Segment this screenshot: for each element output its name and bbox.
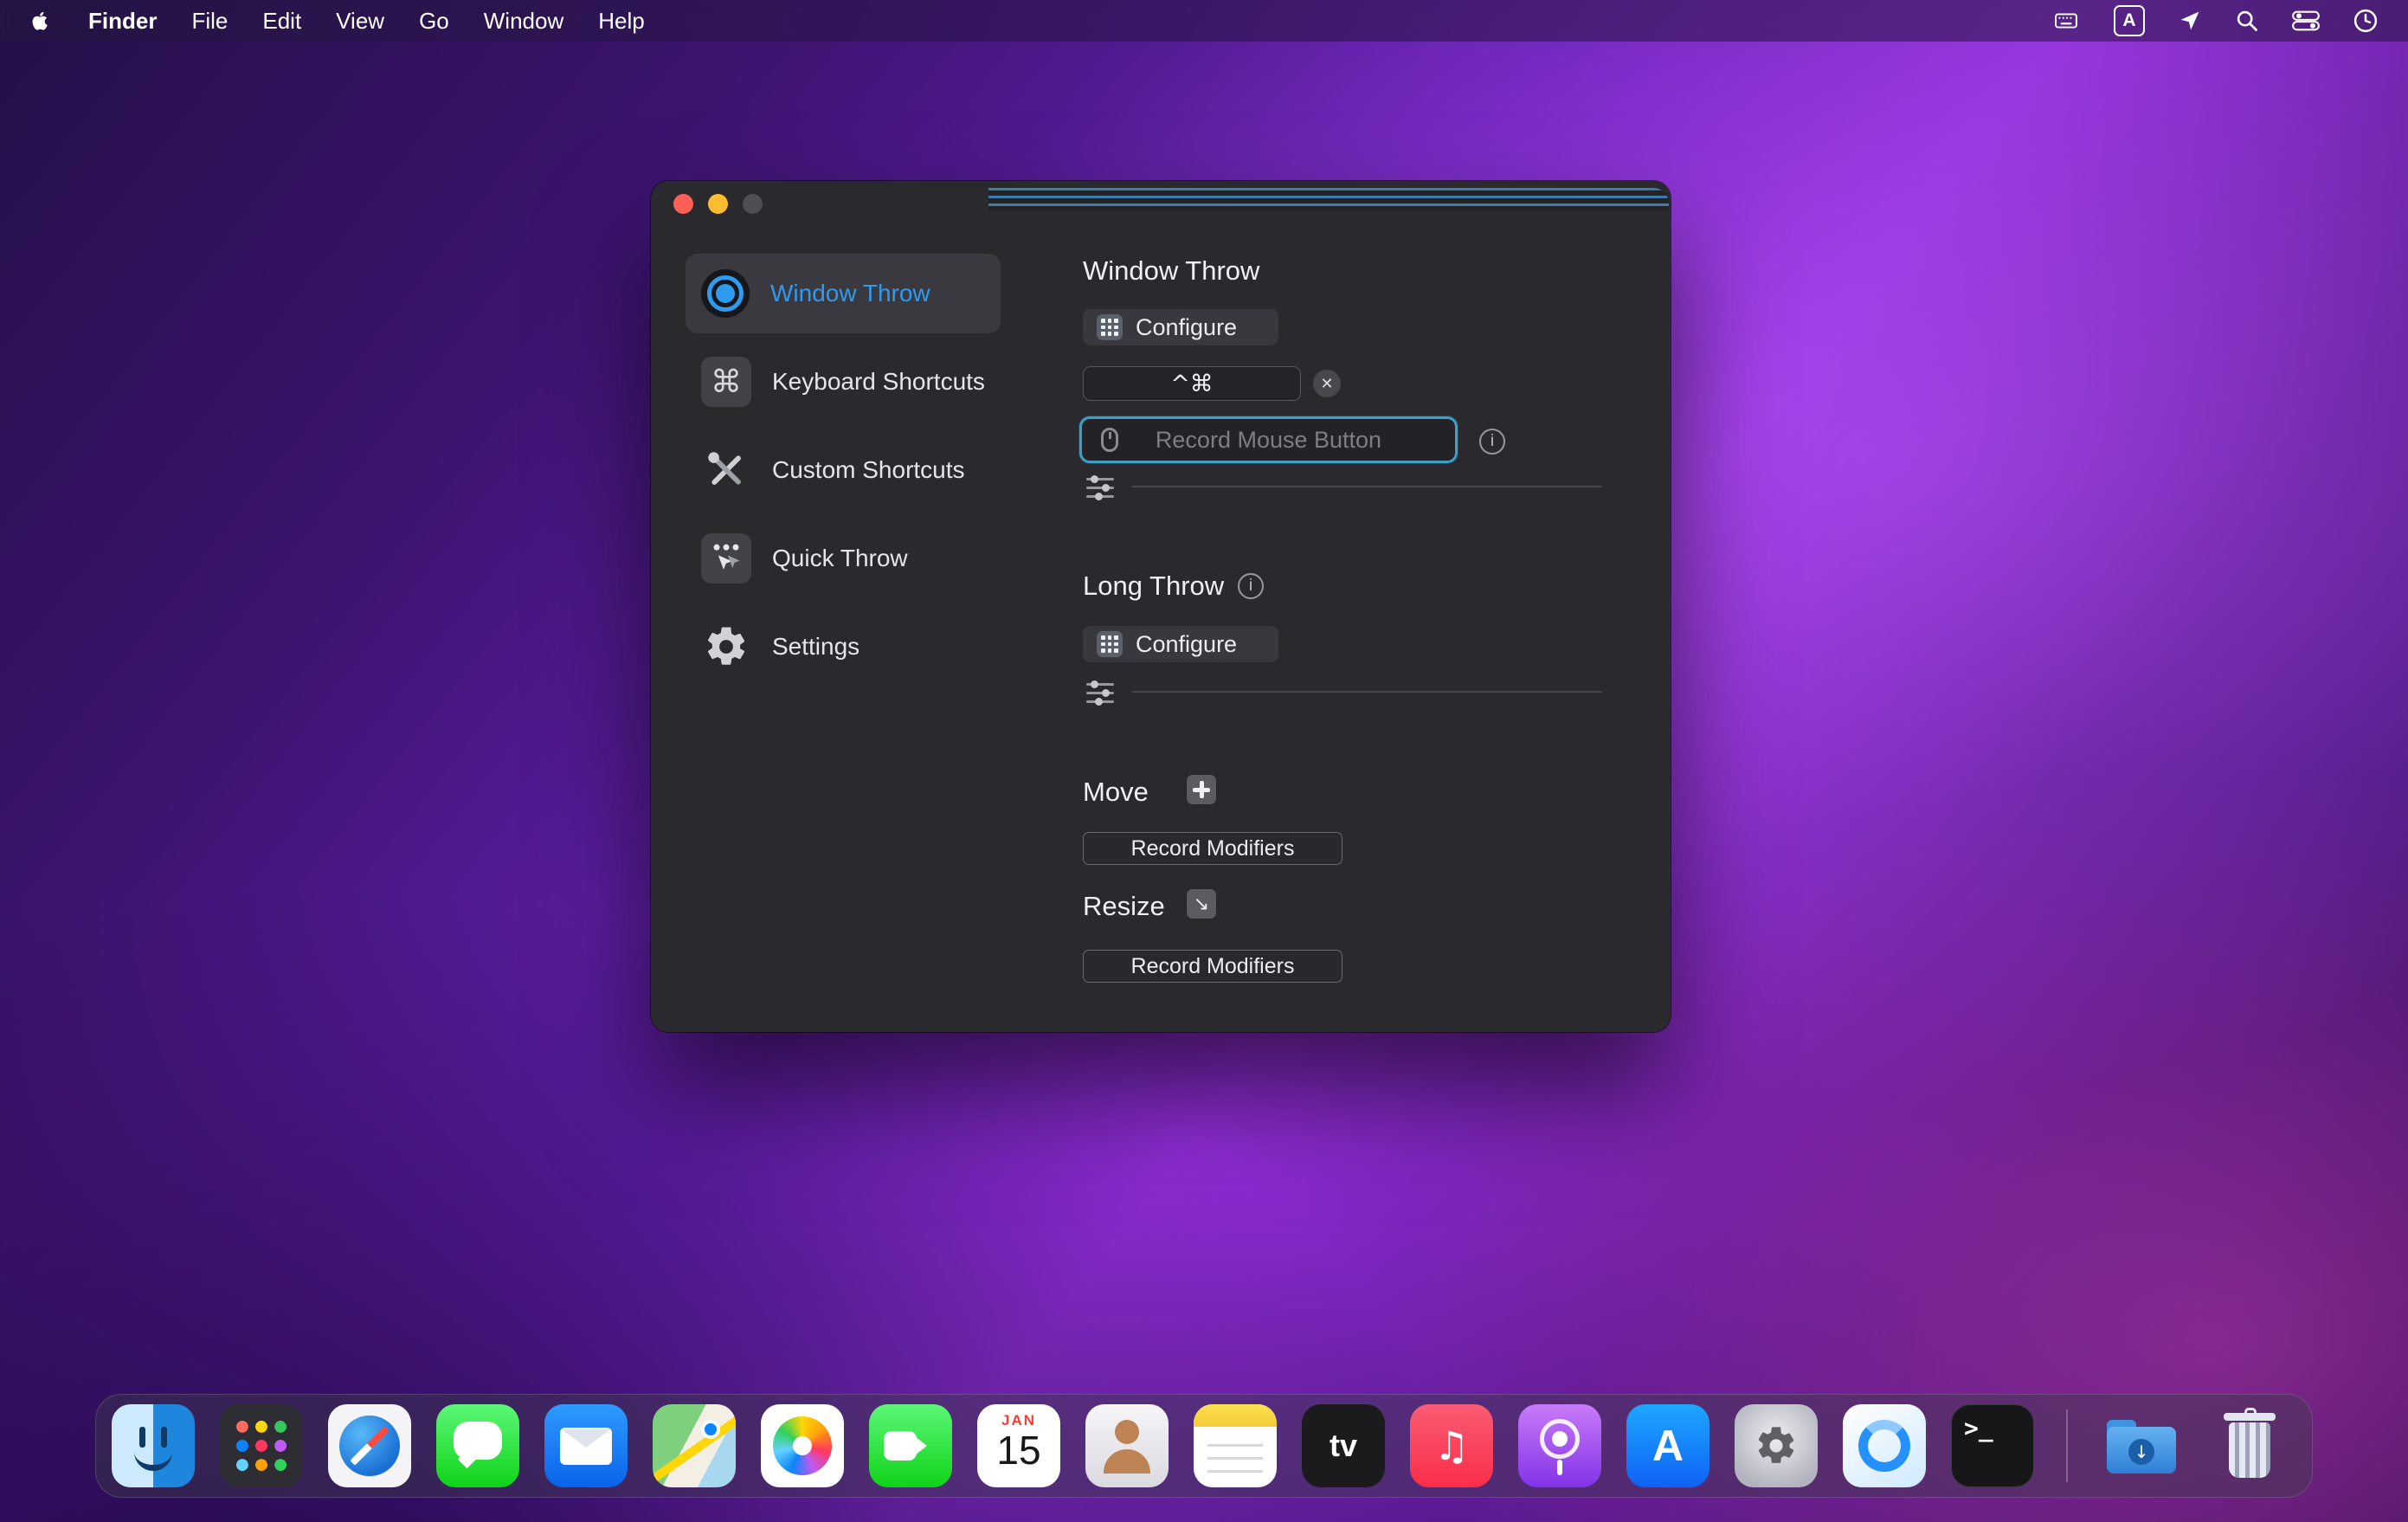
apple-menu-icon[interactable] [29,6,55,35]
dock-facetime-icon[interactable] [869,1404,952,1487]
dock-messages-icon[interactable] [436,1404,519,1487]
sidebar-item-window-throw[interactable]: Window Throw [686,254,1001,333]
grid-icon [1097,631,1123,657]
menu-item-file[interactable]: File [191,8,228,35]
move-label: Move [1083,777,1149,808]
record-modifiers-move-button[interactable]: Record Modifiers [1083,832,1342,865]
resize-icon: ↘ [1187,889,1216,919]
dock-apple-tv-icon[interactable]: tv [1302,1404,1385,1487]
menu-item-finder[interactable]: Finder [88,8,157,35]
dock-launchpad-icon[interactable] [220,1404,303,1487]
spotlight-search-icon[interactable] [2235,7,2259,35]
location-icon[interactable] [2178,7,2202,35]
resize-label: Resize [1083,891,1165,922]
tools-icon [701,445,751,495]
window-throw-icon [701,269,750,318]
options-sliders-icon[interactable] [1086,472,1114,498]
quick-throw-icon [701,533,751,584]
dock-downloads-icon[interactable]: ↓ [2100,1404,2183,1487]
close-button[interactable] [673,194,693,214]
dock-contacts-icon[interactable] [1085,1404,1169,1487]
sidebar-item-settings[interactable]: Settings [686,607,1001,687]
sidebar-item-label: Custom Shortcuts [772,456,965,484]
sidebar-item-quick-throw[interactable]: Quick Throw [686,519,1001,598]
info-icon[interactable]: i [1479,429,1505,455]
record-mouse-placeholder: Record Mouse Button [1156,427,1381,454]
sidebar: Window Throw ⌘ Keyboard Shortcuts Custom… [686,254,1001,695]
dock-music-icon[interactable]: ♫ [1410,1404,1493,1487]
sidebar-item-custom-shortcuts[interactable]: Custom Shortcuts [686,430,1001,510]
dock-safari-icon[interactable] [328,1404,411,1487]
input-source-icon[interactable]: A [2114,5,2145,36]
sidebar-item-label: Keyboard Shortcuts [772,368,985,396]
dock-trash-icon[interactable] [2208,1404,2291,1487]
section-title-long-throw: Long Throw i [1083,571,1264,602]
download-arrow-icon: ↓ [2128,1439,2154,1465]
move-icon [1187,775,1216,804]
dock-photos-icon[interactable] [761,1404,844,1487]
dock-throw-app-icon[interactable] [1843,1404,1926,1487]
menu-item-edit[interactable]: Edit [262,8,301,35]
calendar-day: 15 [996,1430,1040,1470]
keyboard-icon[interactable] [2051,7,2081,35]
dock-divider [2066,1409,2068,1482]
menu-item-go[interactable]: Go [419,8,449,35]
mouse-icon [1101,428,1118,452]
divider [1132,691,1602,693]
divider [1132,486,1602,487]
app-window: Window Throw ⌘ Keyboard Shortcuts Custom… [651,181,1671,1032]
dock-terminal-icon[interactable]: >_ [1951,1404,2034,1487]
configure-button-long-throw[interactable]: Configure [1083,626,1278,662]
clear-shortcut-button[interactable]: ✕ [1313,370,1341,397]
menu-status-area: A [2051,5,2379,36]
record-modifiers-resize-button[interactable]: Record Modifiers [1083,950,1342,983]
sidebar-item-keyboard-shortcuts[interactable]: ⌘ Keyboard Shortcuts [686,342,1001,422]
shortcut-field[interactable]: ^⌘ [1083,366,1301,401]
dock-system-preferences-icon[interactable] [1735,1404,1818,1487]
sidebar-item-label: Window Throw [770,280,930,307]
shortcut-value: ^⌘ [1170,371,1214,397]
calendar-month: JAN [1001,1412,1036,1429]
music-note-icon: ♫ [1433,1422,1469,1469]
minimize-button[interactable] [708,194,728,214]
grid-icon [1097,314,1123,340]
info-icon[interactable]: i [1238,573,1264,599]
gear-icon [701,622,751,672]
menu-item-help[interactable]: Help [598,8,644,35]
close-icon: ✕ [1320,375,1333,393]
zoom-button[interactable] [743,194,763,214]
menu-bar: Finder File Edit View Go Window Help A [0,0,2408,42]
window-top-stripes [988,188,1669,210]
dock-finder-icon[interactable] [112,1404,195,1487]
gear-icon [1754,1423,1799,1468]
record-mouse-button-field[interactable]: Record Mouse Button [1079,416,1458,463]
configure-button-window-throw[interactable]: Configure [1083,309,1278,345]
dock-app-store-icon[interactable]: A [1626,1404,1709,1487]
dock-notes-icon[interactable] [1194,1404,1277,1487]
dock-mail-icon[interactable] [544,1404,628,1487]
control-center-icon[interactable] [2292,7,2320,35]
clock-icon[interactable] [2353,7,2379,35]
menu-item-window[interactable]: Window [484,8,563,35]
sidebar-item-label: Settings [772,633,860,661]
dock-maps-icon[interactable] [653,1404,736,1487]
dock-podcasts-icon[interactable] [1518,1404,1601,1487]
menu-item-view[interactable]: View [336,8,384,35]
command-key-icon: ⌘ [701,357,751,407]
dock-calendar-icon[interactable]: JAN 15 [977,1404,1060,1487]
options-sliders-icon[interactable] [1086,677,1114,703]
sidebar-item-label: Quick Throw [772,545,908,572]
section-title-window-throw: Window Throw [1083,255,1259,287]
dock: JAN 15 tv ♫ A >_ ↓ [95,1394,2313,1498]
traffic-lights [673,194,763,214]
